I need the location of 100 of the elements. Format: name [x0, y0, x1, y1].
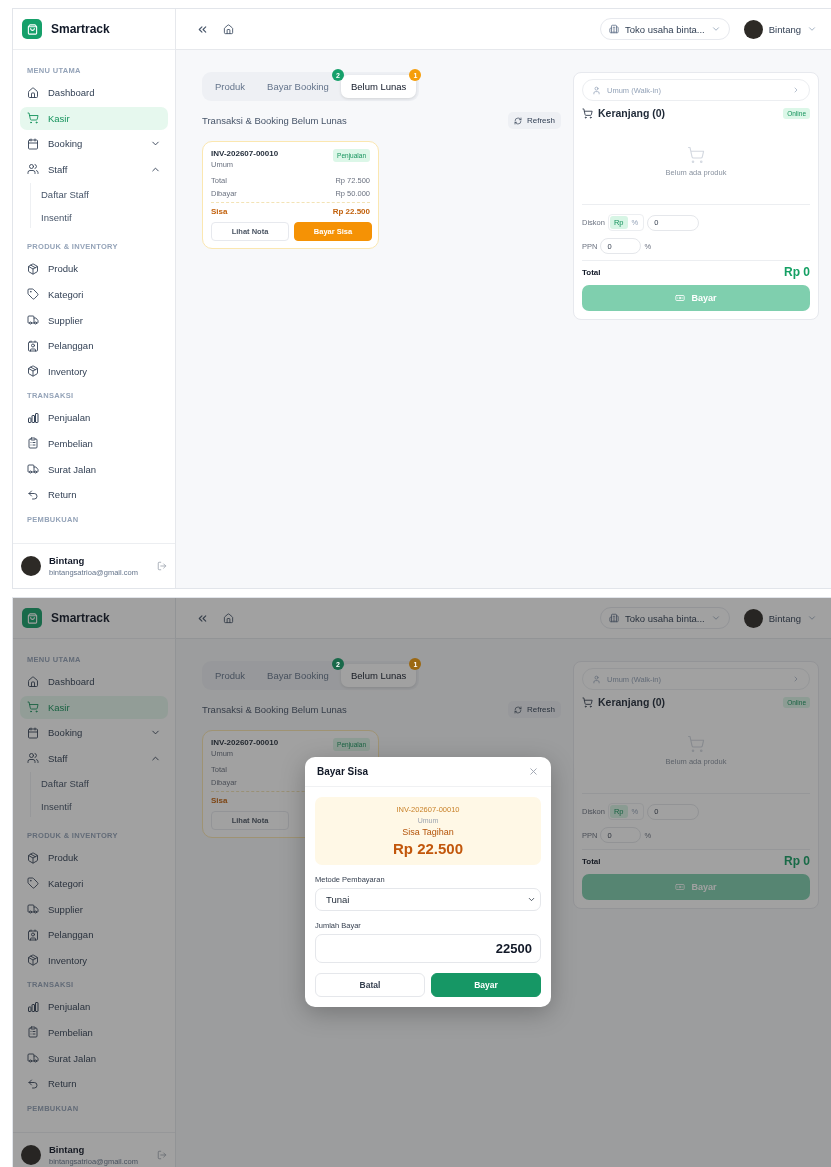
nav-item[interactable]: Kategori	[20, 871, 168, 895]
box-icon	[27, 365, 39, 378]
undo-arrow-icon	[27, 1077, 39, 1090]
building-icon	[609, 24, 619, 34]
total-label: Total	[582, 856, 601, 866]
nav-item[interactable]: Dashboard	[20, 670, 168, 693]
remaining-label: Sisa	[211, 207, 228, 216]
store-selector[interactable]: Toko usaha binta...	[600, 18, 730, 40]
nav-subitem[interactable]: Daftar Staff	[41, 183, 168, 206]
avatar	[21, 556, 41, 576]
undo-arrow-icon	[27, 488, 39, 501]
nav-item[interactable]: Supplier	[20, 897, 168, 921]
cart-icon	[582, 696, 593, 708]
tab[interactable]: Produk	[205, 75, 256, 98]
cart-icon	[27, 701, 39, 714]
user-name: Bintang	[49, 555, 86, 566]
user-name: Bintang	[49, 1144, 86, 1155]
users-icon	[27, 752, 39, 765]
nav-item[interactable]: Inventory	[20, 948, 168, 972]
home-icon	[27, 86, 39, 99]
calendar-icon	[27, 137, 39, 150]
method-select[interactable]: Tunai	[315, 888, 541, 911]
user-menu[interactable]: Bintang	[743, 608, 817, 628]
total-value: Rp 0	[784, 854, 810, 868]
logo-icon	[22, 608, 42, 628]
tab[interactable]: Produk	[205, 664, 256, 687]
box-icon	[27, 851, 39, 864]
nav-item[interactable]: Return	[20, 483, 168, 507]
nav-subitem[interactable]: Daftar Staff	[41, 772, 168, 795]
nav-item[interactable]: Pembelian	[20, 1020, 168, 1044]
nav-item[interactable]: Penjualan	[20, 995, 168, 1019]
nav-item[interactable]: Staff	[20, 157, 168, 181]
user-menu[interactable]: Bintang	[743, 19, 817, 39]
chevron-down-icon	[710, 613, 721, 623]
amount-label: Sisa Tagihan	[402, 827, 454, 837]
banknote-icon	[675, 882, 686, 892]
cart-title: Keranjang (0)	[598, 107, 667, 119]
total-value: Rp 0	[784, 265, 810, 279]
total-label: Total	[582, 267, 601, 277]
box-icon	[27, 954, 39, 967]
tag-icon	[27, 288, 39, 301]
nav-item[interactable]: Surat Jalan	[20, 457, 168, 481]
pay-button[interactable]: Bayar	[431, 973, 541, 997]
calendar-icon	[27, 726, 39, 739]
nav-item[interactable]: Surat Jalan	[20, 1046, 168, 1070]
tag-icon	[27, 877, 39, 890]
nav-item[interactable]: Booking	[20, 132, 168, 156]
home-icon[interactable]	[223, 612, 234, 624]
remaining-label: Sisa	[211, 796, 228, 805]
chevron-down-icon	[710, 24, 721, 34]
logo-icon	[22, 19, 42, 39]
bar-chart-icon	[27, 1000, 39, 1013]
user-icon	[592, 85, 601, 95]
truck-icon	[27, 903, 39, 916]
users-icon	[27, 163, 39, 176]
cart-icon	[687, 146, 705, 164]
cancel-button[interactable]: Batal	[315, 973, 425, 997]
box-icon	[27, 262, 39, 275]
nav-item[interactable]: Kasir	[20, 106, 168, 130]
home-icon[interactable]	[223, 23, 234, 35]
nav-item[interactable]: Booking	[20, 721, 168, 745]
brand-name: Smartrack	[51, 611, 110, 625]
avatar	[21, 1145, 41, 1165]
cart-icon	[687, 735, 705, 753]
nav-item[interactable]: Kasir	[20, 695, 168, 719]
chevron-right-icon	[792, 86, 800, 94]
nav-item[interactable]: Penjualan	[20, 406, 168, 430]
chevron-down-icon	[527, 895, 536, 904]
nav-item[interactable]: Inventory	[20, 359, 168, 383]
nav-item[interactable]: Supplier	[20, 308, 168, 332]
nav-item[interactable]: Kategori	[20, 282, 168, 306]
nav-item[interactable]: Pembelian	[20, 431, 168, 455]
banknote-icon	[675, 293, 686, 303]
nav-item[interactable]: Dashboard	[20, 81, 168, 104]
truck-icon	[27, 463, 39, 476]
nav-item[interactable]: Produk	[20, 846, 168, 870]
nav-subitem[interactable]: Insentif	[41, 205, 168, 229]
refresh-button[interactable]: Refresh	[508, 112, 561, 129]
nav-item[interactable]: Return	[20, 1072, 168, 1096]
remaining-value: Rp 22.500	[332, 207, 370, 216]
building-icon	[609, 613, 619, 623]
list-title: Transaksi & Booking Belum Lunas	[202, 704, 347, 715]
avatar	[743, 19, 763, 39]
amount-input[interactable]: 22500	[315, 934, 541, 963]
user-icon	[592, 674, 601, 684]
close-button[interactable]	[528, 766, 539, 777]
refresh-button[interactable]: Refresh	[508, 701, 561, 718]
nav-item[interactable]: Pelanggan	[20, 334, 168, 358]
clipboard-icon	[27, 437, 39, 450]
nav-item[interactable]: Pelanggan	[20, 923, 168, 947]
home-icon	[27, 675, 39, 688]
nav-item[interactable]: Produk	[20, 257, 168, 281]
invoice-number: INV-202607-00010	[211, 149, 279, 158]
amount-value: Rp 22.500	[392, 840, 463, 857]
nav-subitem[interactable]: Insentif	[41, 794, 168, 818]
contact-icon	[27, 928, 39, 941]
nav-item[interactable]: Staff	[20, 746, 168, 770]
chevron-right-icon	[792, 675, 800, 683]
truck-icon	[27, 314, 39, 327]
store-selector[interactable]: Toko usaha binta...	[600, 607, 730, 629]
